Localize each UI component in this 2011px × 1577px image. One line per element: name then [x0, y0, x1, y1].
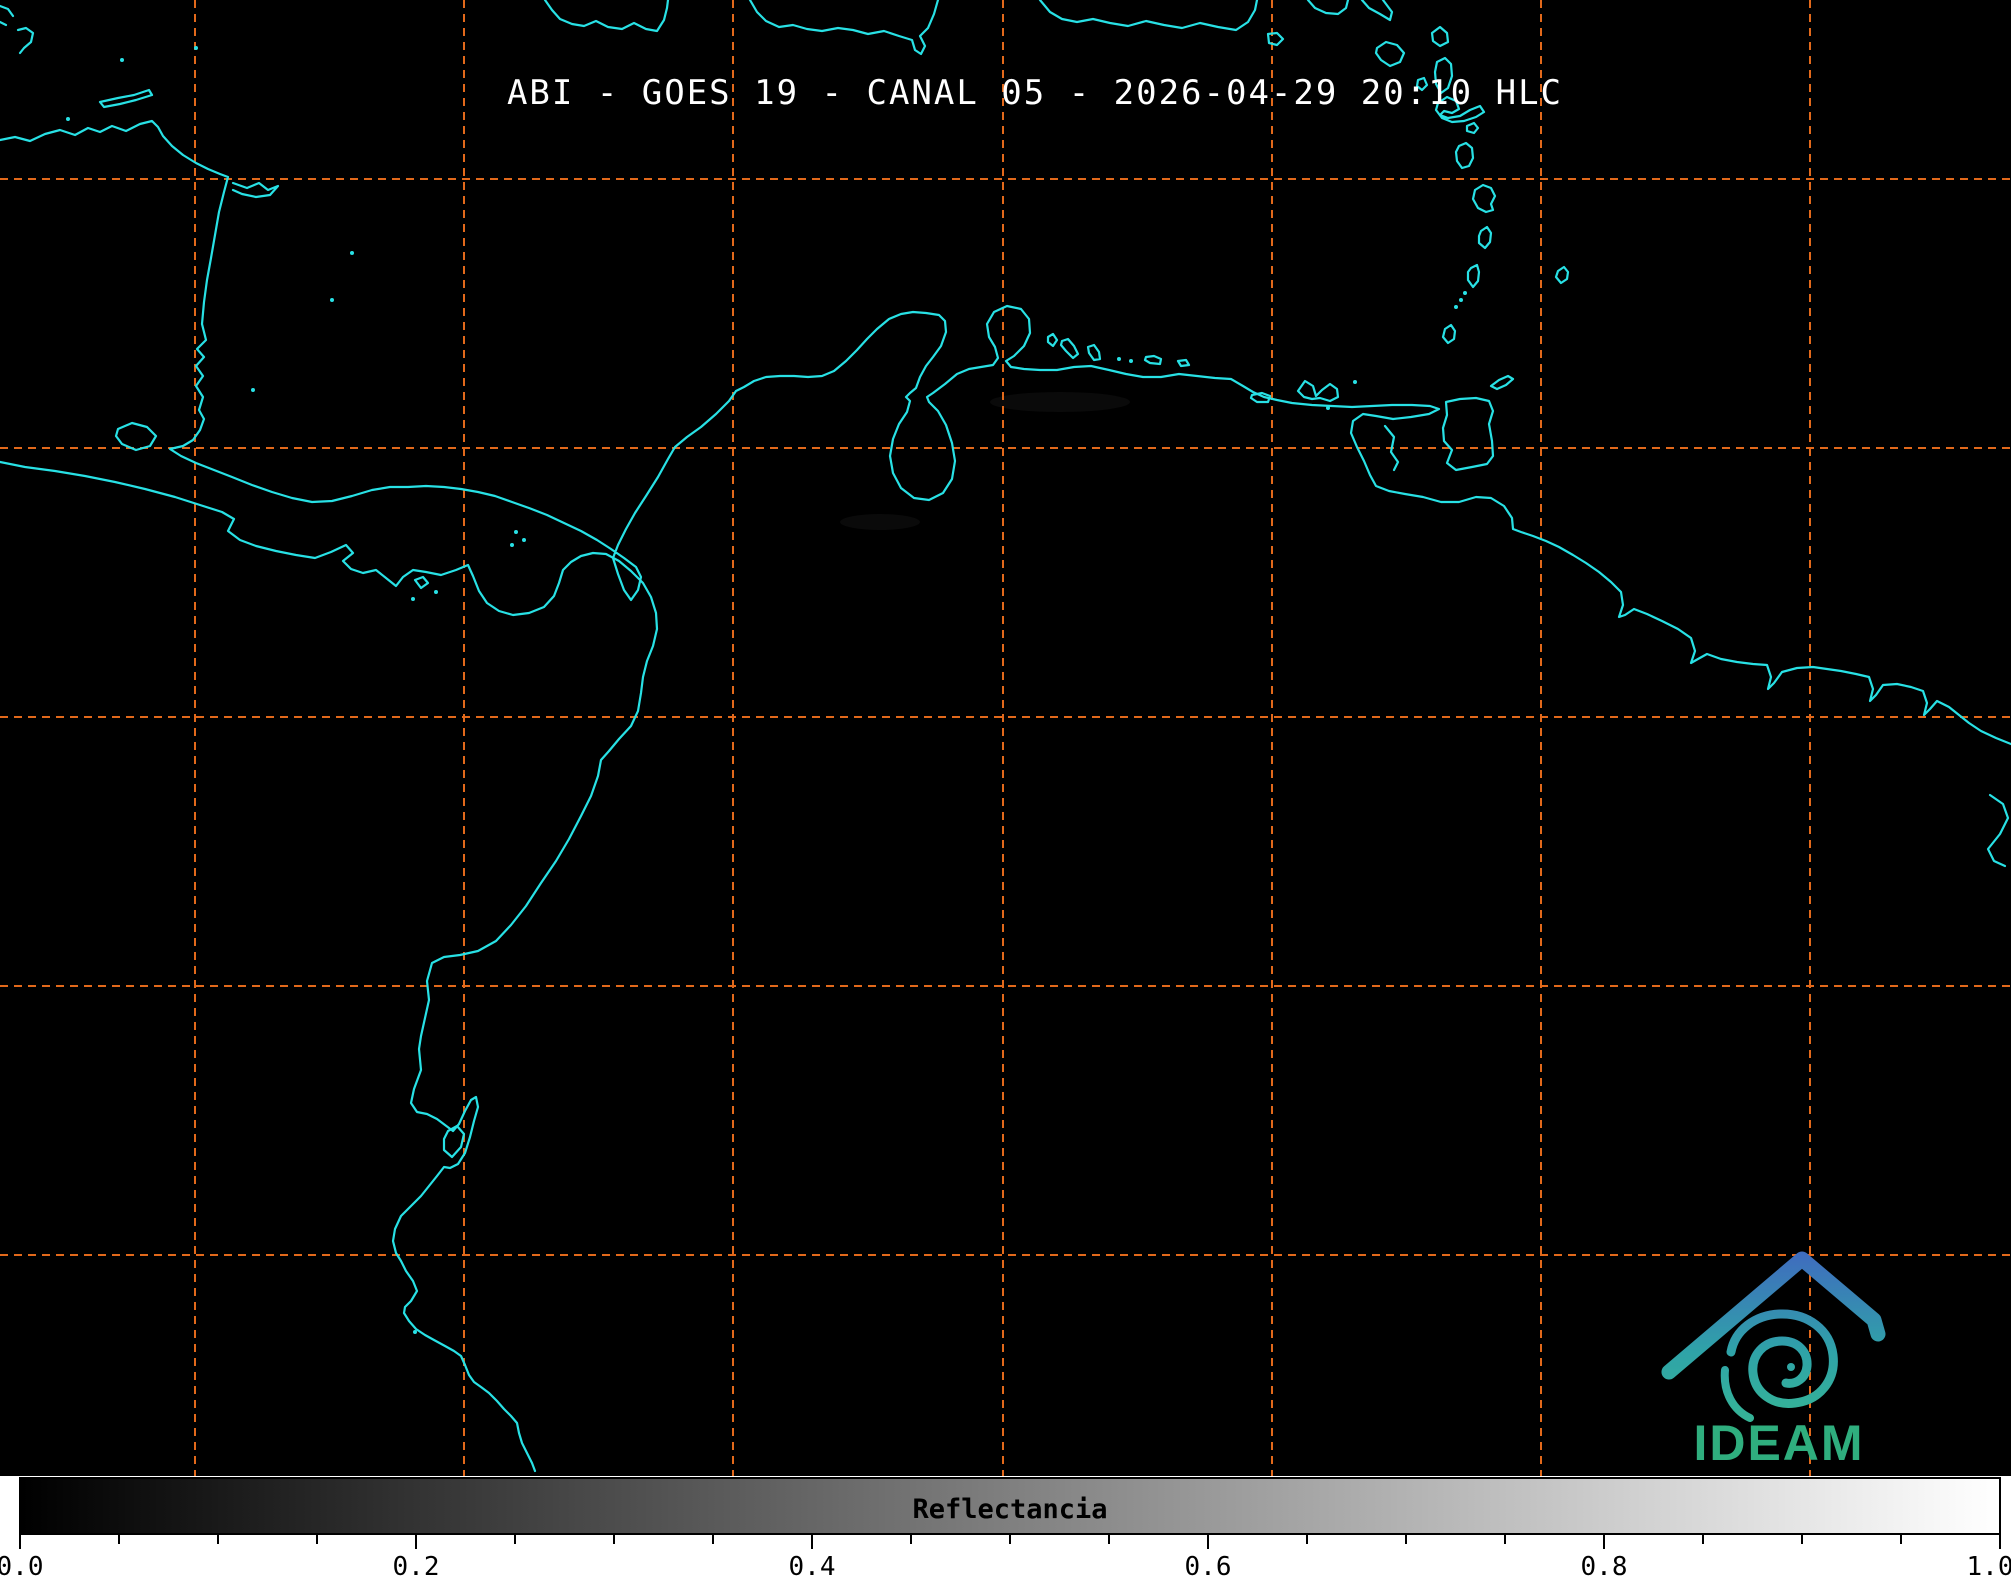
colorbar-tick-0.0: 0.0 — [0, 1552, 44, 1577]
map-canvas: ABI - GOES 19 - CANAL 05 - 2026-04-29 20… — [0, 0, 2011, 1476]
colorbar-tick-0.2: 0.2 — [392, 1552, 440, 1577]
colorbar-area: Reflectancia 0.0 0.2 0.4 0.6 0.8 1.0 — [0, 1476, 2011, 1577]
colorbar-tick-0.8: 0.8 — [1580, 1552, 1628, 1577]
colorbar-tick-1.0: 1.0 — [1966, 1552, 2011, 1577]
logo-spiral-eye — [1787, 1363, 1795, 1371]
colorbar-tick-0.4: 0.4 — [788, 1552, 836, 1577]
colorbar-tick-0.6: 0.6 — [1184, 1552, 1232, 1577]
colorbar-ticks — [19, 1535, 2001, 1549]
colorbar-label: Reflectancia — [912, 1494, 1108, 1525]
map-title: ABI - GOES 19 - CANAL 05 - 2026-04-29 20… — [507, 73, 1563, 113]
satellite-product-page: ABI - GOES 19 - CANAL 05 - 2026-04-29 20… — [0, 0, 2011, 1577]
logo-wordmark: IDEAM — [1693, 1415, 1864, 1471]
reflectance-colorbar: Reflectancia — [19, 1477, 2001, 1535]
satellite-map: ABI - GOES 19 - CANAL 05 - 2026-04-29 20… — [0, 0, 2011, 1476]
